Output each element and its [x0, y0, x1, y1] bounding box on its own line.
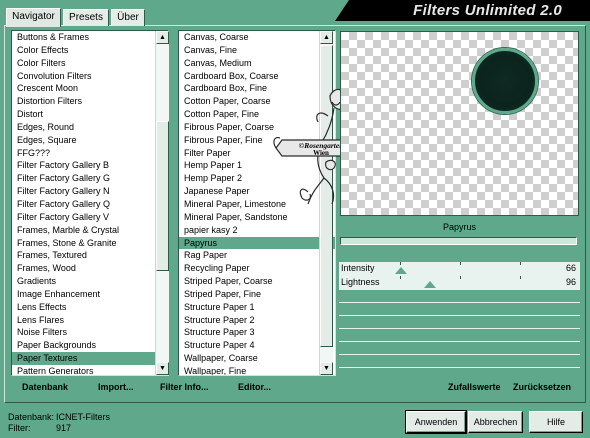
datenbank-button[interactable]: Datenbank: [22, 382, 68, 392]
category-item[interactable]: Color Effects: [12, 44, 168, 57]
slider-lightness[interactable]: Lightness 96: [339, 276, 580, 290]
category-item[interactable]: Filter Factory Gallery G: [12, 172, 168, 185]
category-item[interactable]: Buttons & Frames: [12, 31, 168, 44]
toolbar: Datenbank Import... Filter Info... Edito…: [6, 378, 584, 398]
tab-navigator[interactable]: Navigator: [6, 8, 61, 27]
filter-item[interactable]: Papyrus: [179, 236, 335, 250]
slider-tick: [460, 262, 461, 265]
category-item[interactable]: Lens Flares: [12, 314, 168, 327]
scroll-up-icon[interactable]: ▲: [320, 31, 333, 44]
scroll-up-icon[interactable]: ▲: [156, 31, 169, 44]
slider-slot-empty: [339, 317, 580, 329]
slider-tick: [520, 276, 521, 279]
scroll-down-icon[interactable]: ▼: [320, 362, 333, 375]
slider-thumb[interactable]: [395, 267, 408, 274]
filter-item[interactable]: Striped Paper, Coarse: [179, 275, 335, 288]
preview-pane: [340, 31, 579, 216]
scroll-thumb[interactable]: [156, 121, 169, 271]
category-scrollbar[interactable]: ▲ ▼: [155, 31, 169, 375]
category-item[interactable]: Paper Backgrounds: [12, 339, 168, 352]
category-item[interactable]: Lens Effects: [12, 301, 168, 314]
category-item[interactable]: FFG???: [12, 147, 168, 160]
filter-item[interactable]: Structure Paper 2: [179, 314, 335, 327]
filter-item[interactable]: Canvas, Medium: [179, 57, 335, 70]
category-item[interactable]: Filter Factory Gallery B: [12, 159, 168, 172]
filter-item[interactable]: Canvas, Coarse: [179, 31, 335, 44]
progress-bar: [340, 237, 577, 245]
slider-slot-empty: [339, 304, 580, 316]
slider-intensity[interactable]: Intensity 66: [339, 262, 580, 276]
category-item[interactable]: Noise Filters: [12, 326, 168, 339]
category-item[interactable]: Edges, Round: [12, 121, 168, 134]
category-item[interactable]: Filter Factory Gallery V: [12, 211, 168, 224]
footer-database-label: Datenbank:: [8, 412, 55, 422]
current-filter-name: Papyrus: [442, 222, 477, 232]
filter-item[interactable]: Cardboard Box, Coarse: [179, 70, 335, 83]
category-item[interactable]: Frames, Textured: [12, 249, 168, 262]
filter-item[interactable]: Striped Paper, Fine: [179, 288, 335, 301]
filter-item[interactable]: Structure Paper 4: [179, 339, 335, 352]
tab-presets[interactable]: Presets: [63, 9, 109, 26]
filter-item[interactable]: Recycling Paper: [179, 262, 335, 275]
cancel-button[interactable]: Abbrechen: [468, 411, 523, 433]
category-item[interactable]: Gradients: [12, 275, 168, 288]
category-item[interactable]: Convolution Filters: [12, 70, 168, 83]
category-item[interactable]: Pattern Generators: [12, 365, 168, 375]
slider-label: Lightness: [341, 277, 380, 287]
category-item[interactable]: Color Filters: [12, 57, 168, 70]
import-button[interactable]: Import...: [98, 382, 134, 392]
editor-button[interactable]: Editor...: [238, 382, 271, 392]
slider-value: 66: [565, 263, 576, 273]
category-items: Buttons & Frames Color Effects Color Filte…: [12, 31, 168, 375]
reset-button[interactable]: Zurücksetzen: [513, 382, 571, 392]
filter-item[interactable]: papier kasy 2: [179, 224, 335, 237]
category-item[interactable]: Distort: [12, 108, 168, 121]
category-item[interactable]: Distortion Filters: [12, 95, 168, 108]
slider-slot-empty: [339, 343, 580, 355]
slider-tick: [400, 276, 401, 279]
slider-tick: [400, 262, 401, 265]
slider-panel: Intensity 66 Lightness 96: [339, 262, 580, 372]
filter-item[interactable]: Rag Paper: [179, 249, 335, 262]
slider-slot-empty: [339, 356, 580, 368]
footer-filter-label: Filter:: [8, 423, 31, 433]
slider-tick: [460, 276, 461, 279]
slider-tick: [520, 262, 521, 265]
apply-button[interactable]: Anwenden: [405, 410, 467, 434]
slider-label: Intensity: [341, 263, 375, 273]
filter-item[interactable]: Wallpaper, Coarse: [179, 352, 335, 365]
category-item[interactable]: Frames, Wood: [12, 262, 168, 275]
filter-item[interactable]: Structure Paper 3: [179, 326, 335, 339]
app-title: Filters Unlimited 2.0: [413, 2, 562, 19]
randomize-button[interactable]: Zufallswerte: [448, 382, 501, 392]
filter-item[interactable]: Structure Paper 1: [179, 301, 335, 314]
category-item[interactable]: Edges, Square: [12, 134, 168, 147]
slider-slot-empty: [339, 330, 580, 342]
slider-slot-empty: [339, 291, 580, 303]
category-item[interactable]: Paper Textures: [12, 352, 168, 365]
slider-value: 96: [565, 277, 576, 287]
help-button[interactable]: Hilfe: [529, 411, 583, 433]
scroll-down-icon[interactable]: ▼: [156, 362, 169, 375]
tab-ueber[interactable]: Über: [111, 9, 145, 26]
preview-image: [472, 48, 538, 114]
category-list[interactable]: Buttons & Frames Color Effects Color Filte…: [11, 30, 169, 376]
category-item[interactable]: Filter Factory Gallery Q: [12, 198, 168, 211]
filter-item[interactable]: Canvas, Fine: [179, 44, 335, 57]
category-item[interactable]: Crescent Moon: [12, 82, 168, 95]
category-item[interactable]: Filter Factory Gallery N: [12, 185, 168, 198]
filter-item[interactable]: Wallpaper, Fine: [179, 365, 335, 375]
category-item[interactable]: Image Enhancement: [12, 288, 168, 301]
category-item[interactable]: Frames, Marble & Crystal: [12, 224, 168, 237]
slider-thumb[interactable]: [423, 281, 436, 288]
category-item[interactable]: Frames, Stone & Granite: [12, 237, 168, 250]
footer-database-value: ICNET-Filters: [56, 412, 110, 422]
filter-info-button[interactable]: Filter Info...: [160, 382, 209, 392]
footer-filter-value: 917: [56, 423, 72, 433]
